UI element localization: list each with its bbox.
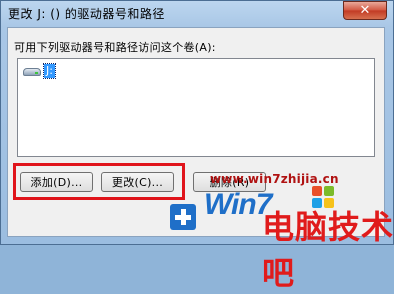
watermark-url: www.win7zhijia.cn [210,172,339,186]
close-icon: ✕ [359,3,371,18]
list-item[interactable]: J: [22,63,56,79]
watermark-logo-text: 电脑技术吧 [262,208,394,292]
watermark-logo: Win7 电脑技术吧 [170,186,394,292]
plus-icon [170,204,196,230]
drive-letter-list[interactable]: J: [17,58,375,157]
drive-icon [22,66,42,76]
list-label: 可用下列驱动器号和路径访问这个卷(A): [14,41,216,54]
window-title: 更改 J: () 的驱动器号和路径 [8,7,165,21]
list-item-label: J: [43,63,56,79]
highlight-box [13,163,185,200]
close-button[interactable]: ✕ [343,1,387,20]
